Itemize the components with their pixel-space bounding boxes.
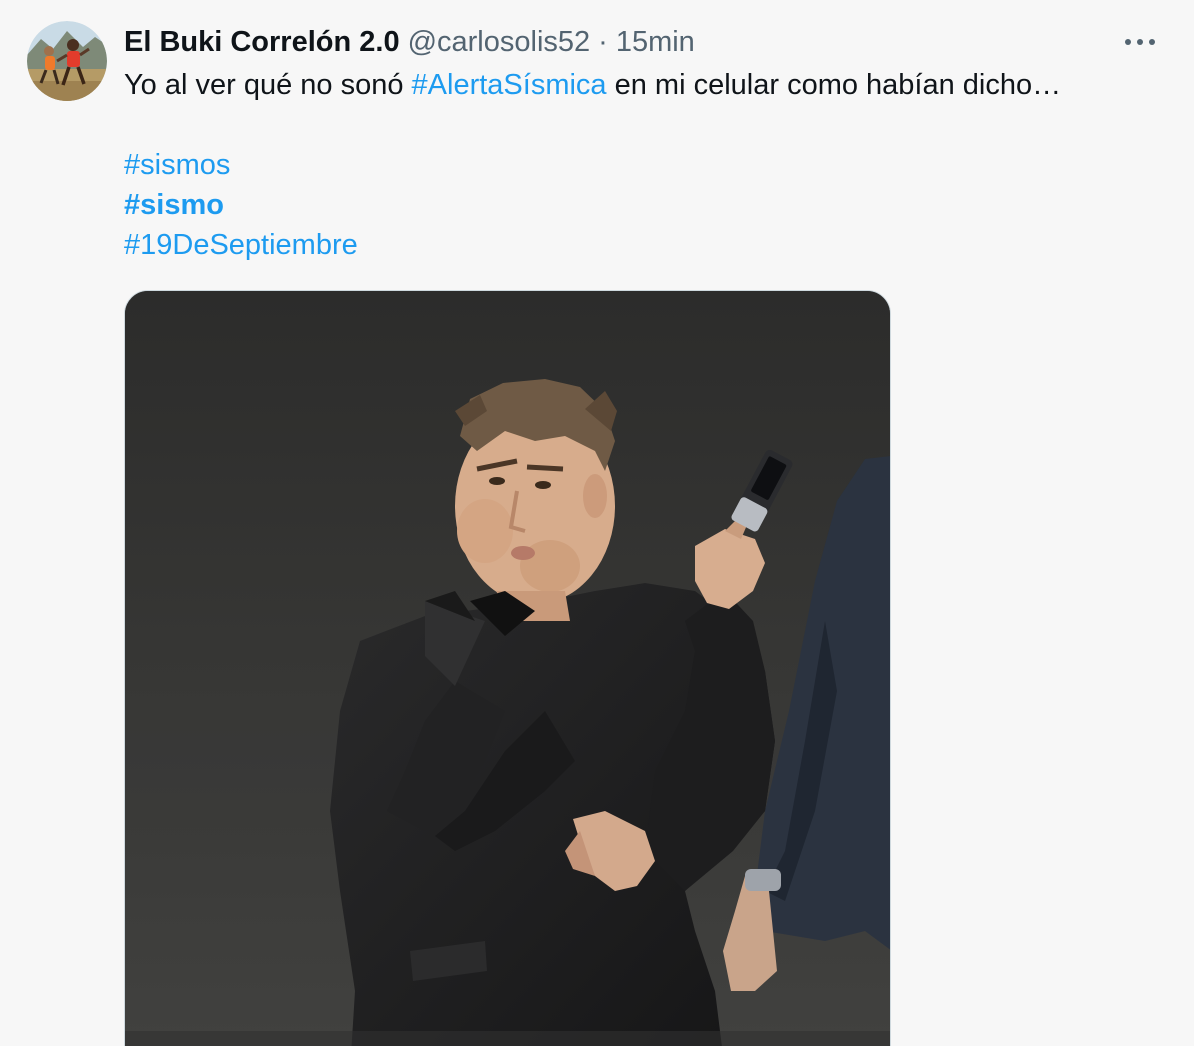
more-options-button[interactable] xyxy=(1120,26,1160,58)
display-name[interactable]: El Buki Correlón 2.0 xyxy=(124,22,400,62)
tweet-media-photo[interactable] xyxy=(124,290,891,1046)
hashtag-line-sismos: #sismos xyxy=(124,145,230,185)
more-horizontal-icon xyxy=(1125,39,1155,45)
separator-dot: · xyxy=(598,26,608,58)
tweet-text: Yo al ver qué no sonó #AlertaSísmica en … xyxy=(124,65,1164,105)
hashtag-sismo[interactable]: #sismo xyxy=(124,189,224,221)
hashtag-line-19deseptiembre: #19DeSeptiembre xyxy=(124,225,358,265)
user-handle[interactable]: @carlosolis52 xyxy=(408,22,591,62)
hashtag-sismos[interactable]: #sismos xyxy=(124,149,230,181)
tweet-card[interactable]: El Buki Correlón 2.0 @carlosolis52 · 15m… xyxy=(0,0,1194,1046)
hashtag-19deseptiembre[interactable]: #19DeSeptiembre xyxy=(124,229,358,261)
hashtag-line-sismo: #sismo xyxy=(124,185,224,225)
meme-photo-man-throwing-phone xyxy=(125,291,890,1046)
tweet-text-before: Yo al ver qué no sonó xyxy=(124,69,412,101)
avatar-image xyxy=(27,21,107,101)
tweet-text-after: en mi celular como habían dicho… xyxy=(606,69,1062,101)
timestamp[interactable]: 15min xyxy=(616,22,695,62)
hashtag-alertasismica[interactable]: #AlertaSísmica xyxy=(412,69,607,101)
user-avatar[interactable] xyxy=(27,21,107,101)
tweet-header: El Buki Correlón 2.0 @carlosolis52 · 15m… xyxy=(124,22,695,62)
